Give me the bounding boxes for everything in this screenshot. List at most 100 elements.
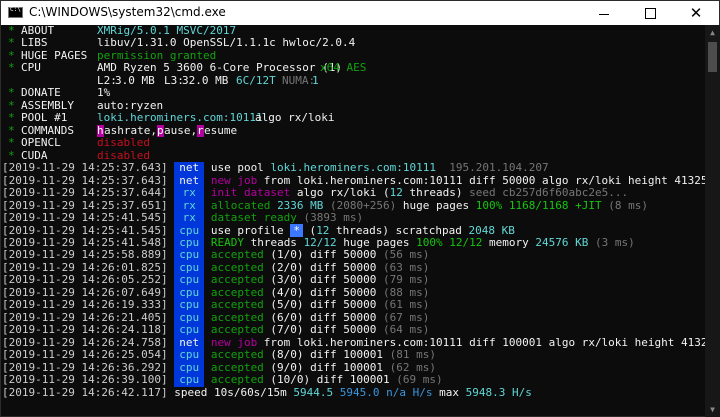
vertical-scrollbar[interactable]: ▲ ▼ <box>705 25 720 417</box>
log-text: 5944.5 <box>293 385 334 399</box>
log-text: (4/0) <box>263 285 304 299</box>
log-text: accepted <box>210 273 264 287</box>
log-timestamp: [2019-11-29 14:25:37.644] <box>2 186 168 200</box>
minimize-icon <box>599 13 609 15</box>
log-text: (79 ms) <box>376 273 430 287</box>
log-text: threads) scratchpad <box>329 223 469 237</box>
log-timestamp: [2019-11-29 14:26:24.118] <box>2 323 168 337</box>
log-text: (8 ms) <box>601 198 648 212</box>
cmd-hotkey-p: p <box>157 123 164 138</box>
log-text: 12/12 <box>303 235 337 249</box>
log-text: 100% 1168/1168 <box>475 198 569 212</box>
log-text: (6/0) <box>263 310 304 324</box>
log-text: accepted <box>210 310 264 324</box>
log-text: (3893 ms) <box>296 211 364 225</box>
cpu-flags: x64 AES <box>320 61 367 75</box>
log-text: from loki.herominers.com:10111 diff 1000… <box>257 335 705 349</box>
log-text: READY <box>210 235 244 249</box>
log-text: memory <box>482 235 536 249</box>
l2-size: 3.0 MB <box>115 73 155 87</box>
log-text: threads) <box>402 186 463 200</box>
log-text: (56 ms) <box>376 248 430 262</box>
scroll-down-arrow-icon[interactable]: ▼ <box>705 402 720 417</box>
log-text: 24576 KB <box>535 235 589 249</box>
log-tag-net: net <box>174 161 205 175</box>
log-text: diff 50000 <box>303 310 377 324</box>
log-timestamp: [2019-11-29 14:25:41.548] <box>2 235 168 249</box>
log-timestamp: [2019-11-29 14:25:37.643] <box>2 173 168 187</box>
log-timestamp: [2019-11-29 14:26:42.117] <box>2 385 168 399</box>
log-timestamp: [2019-11-29 14:26:21.405] <box>2 310 168 324</box>
log-text: threads <box>243 235 304 249</box>
log-text: (7/0) <box>263 323 304 337</box>
scroll-thumb[interactable] <box>708 42 717 72</box>
log-text: use pool <box>210 161 271 175</box>
log-timestamp: [2019-11-29 14:26:36.292] <box>2 360 168 374</box>
header-key: CPU <box>21 61 41 75</box>
log-text: diff 50000 <box>303 298 377 312</box>
cmd-app-icon[interactable] <box>8 6 23 18</box>
log-timestamp: [2019-11-29 14:26:24.758] <box>2 335 168 349</box>
log-text: seed cb257d6f60abc2e5... <box>462 186 629 200</box>
log-text: (10/0) <box>263 373 311 387</box>
minimize-button[interactable] <box>581 1 627 25</box>
window-title: C:\WINDOWS\system32\cmd.exe <box>29 5 226 19</box>
log-text: (5/0) <box>263 298 304 312</box>
log-timestamp: [2019-11-29 14:26:05.252] <box>2 273 168 287</box>
scroll-up-arrow-icon[interactable]: ▲ <box>705 25 720 40</box>
l3-label: L3: <box>164 73 184 87</box>
log-text: diff 50000 <box>303 248 377 262</box>
header-line-pool: * POOL #1 loki.herominers.com:10111 algo… <box>2 111 705 125</box>
bullet: * <box>8 136 15 150</box>
log-text: dataset ready <box>210 211 297 225</box>
cpu-model: AMD Ryzen 5 3600 6-Core Processor (1) <box>97 61 343 75</box>
log-text: max <box>432 385 466 399</box>
log-text: diff 50000 <box>303 285 377 299</box>
log-text: (1/0) <box>263 248 304 262</box>
close-button[interactable]: ✕ <box>673 1 719 25</box>
log-text: (88 ms) <box>376 285 430 299</box>
log-text: from loki.herominers.com:10111 diff 5000… <box>257 173 705 187</box>
log-tag-cpu: cpu <box>174 323 205 337</box>
header-key: POOL #1 <box>21 111 68 125</box>
log-text: algo rx/loki ( <box>290 186 390 200</box>
log-text: * <box>290 223 303 237</box>
log-text: +JIT <box>568 198 602 212</box>
l3-size: 32.0 MB <box>182 73 229 87</box>
log-timestamp: [2019-11-29 14:25:37.643] <box>2 161 168 175</box>
log-text: (62 ms) <box>383 360 437 374</box>
log-text: (2080+256) <box>323 198 397 212</box>
log-text: 2048 KB <box>468 223 515 237</box>
log-text: accepted <box>210 373 264 387</box>
log-text: init dataset <box>210 186 291 200</box>
pool-algo: algo rx/loki <box>255 111 335 125</box>
log-text: diff 50000 <box>303 260 377 274</box>
log-timestamp: [2019-11-29 14:25:58.889] <box>2 248 168 262</box>
log-text: diff 100001 <box>303 360 384 374</box>
log-timestamp: [2019-11-29 14:25:37.651] <box>2 198 168 212</box>
log-text: 100% 12/12 <box>416 235 483 249</box>
log-text: 5945.0 <box>333 385 380 399</box>
numa-label: NUMA: <box>282 73 316 87</box>
log-text: (2/0) <box>263 260 304 274</box>
log-text: diff 100001 <box>303 348 384 362</box>
close-icon: ✕ <box>689 3 703 22</box>
log-text: 12 <box>316 223 330 237</box>
log-text: diff 50000 <box>303 323 377 337</box>
log-text: new job <box>210 335 258 349</box>
cmd-resume: esume <box>204 123 238 137</box>
log-timestamp: [2019-11-29 14:26:25.054] <box>2 348 168 362</box>
log-text: diff 100001 <box>310 373 390 387</box>
log-text: (64 ms) <box>376 323 430 337</box>
title-bar[interactable]: C:\WINDOWS\system32\cmd.exe ✕ <box>1 1 719 25</box>
log-text: accepted <box>210 348 264 362</box>
bullet: * <box>8 86 15 100</box>
maximize-button[interactable] <box>627 1 673 25</box>
log-text: (63 ms) <box>376 260 430 274</box>
console-output[interactable]: * ABOUT XMRig/5.0.1 MSVC/2017 * LIBS lib… <box>2 25 705 417</box>
log-text: 5948.3 H/s <box>465 385 532 399</box>
log-text: (3 ms) <box>588 235 635 249</box>
header-line-opencl: * OPENCL disabled <box>2 136 705 150</box>
log-tag-cpu: cpu <box>174 273 205 287</box>
log-text: (8/0) <box>263 348 304 362</box>
